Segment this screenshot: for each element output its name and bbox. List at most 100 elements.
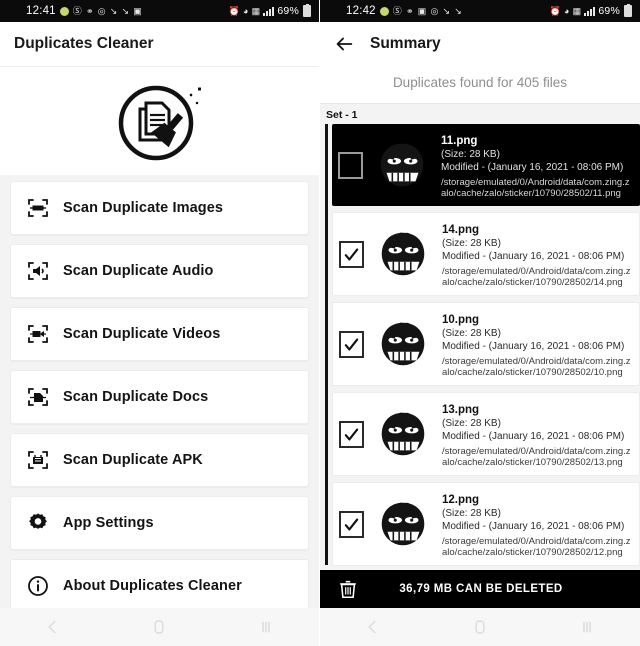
file-path: /storage/emulated/0/Android/data/com.zin…	[441, 176, 630, 200]
page-title: Summary	[370, 35, 441, 52]
file-thumbnail	[372, 403, 434, 465]
status-bar-right: ⏰ ◕ ▦ 69%	[228, 4, 319, 17]
documents-brush-logo-svg	[118, 85, 201, 161]
file-name: 12.png	[442, 493, 480, 506]
dot-icon	[59, 6, 69, 16]
status-bar-left: 12:41 Ⓢ ⚭ ◎ ↘ ↘ ▣	[0, 5, 142, 17]
battery-icon	[303, 4, 311, 17]
file-meta: 12.png (Size: 28 KB) Modified - (January…	[442, 489, 633, 559]
battery-icon	[624, 4, 632, 17]
home-icon[interactable]	[460, 615, 500, 639]
download-icon: ↘	[109, 5, 118, 16]
menu-item-label: App Settings	[63, 515, 154, 531]
battery-percent: 69%	[598, 5, 620, 17]
page-title: Duplicates Cleaner	[0, 22, 319, 67]
file-modified: Modified - (January 16, 2021 - 08:06 PM)	[442, 520, 625, 532]
trash-icon[interactable]	[328, 578, 368, 600]
recents-icon[interactable]	[567, 615, 607, 639]
menu-item-scan-images[interactable]: Scan Duplicate Images	[10, 181, 309, 235]
row-checkbox[interactable]	[339, 240, 364, 268]
delete-action-bar[interactable]: 36,79 MB CAN BE DELETED	[320, 570, 640, 608]
list-item[interactable]: 14.png (Size: 28 KB) Modified - (January…	[332, 212, 640, 296]
menu-item-label: Scan Duplicate APK	[63, 452, 203, 468]
back-arrow-icon[interactable]	[332, 32, 356, 56]
row-checkbox[interactable]	[339, 330, 364, 358]
list-item[interactable]: 11.png (Size: 28 KB) Modified - (January…	[332, 124, 640, 206]
file-name: 13.png	[442, 403, 480, 416]
menu-item-scan-docs[interactable]: Scan Duplicate Docs	[10, 370, 309, 424]
scan-video-icon	[25, 321, 51, 347]
back-icon[interactable]	[353, 615, 393, 639]
back-icon[interactable]	[33, 615, 73, 639]
list-item[interactable]: 13.png (Size: 28 KB) Modified - (January…	[332, 392, 640, 476]
file-thumbnail	[371, 134, 433, 196]
file-meta: 11.png (Size: 28 KB) Modified - (January…	[441, 130, 634, 200]
dual-screenshot: 12:41 Ⓢ ⚭ ◎ ↘ ↘ ▣ ⏰ ◕ ▦ 69% Duplicates C…	[0, 0, 640, 646]
file-thumbnail	[372, 313, 434, 375]
menu-item-about[interactable]: About Duplicates Cleaner	[10, 559, 309, 613]
mute-icon: Ⓢ	[392, 5, 402, 16]
file-thumbnail	[372, 223, 434, 285]
vpn-icon: ▦	[572, 5, 582, 16]
menu-item-scan-videos[interactable]: Scan Duplicate Videos	[10, 307, 309, 361]
recents-icon[interactable]	[246, 615, 286, 639]
row-checkbox[interactable]	[339, 420, 364, 448]
dot-icon	[379, 6, 389, 16]
menu-item-scan-apk[interactable]: Scan Duplicate APK	[10, 433, 309, 487]
mute-icon: Ⓢ	[72, 5, 82, 16]
menu-item-label: Scan Duplicate Images	[63, 200, 224, 216]
info-icon	[25, 573, 51, 599]
menu-item-label: About Duplicates Cleaner	[63, 578, 242, 594]
file-path: /storage/emulated/0/Android/data/com.zin…	[442, 355, 631, 379]
nfc-icon: ◎	[430, 5, 439, 16]
alarm-icon: ⏰	[228, 5, 241, 16]
file-modified: Modified - (January 16, 2021 - 08:06 PM)	[442, 250, 625, 262]
row-checkbox[interactable]	[338, 151, 363, 179]
row-checkbox[interactable]	[339, 510, 364, 538]
top-app-bar: Summary	[320, 22, 640, 66]
app-logo	[0, 67, 319, 175]
file-meta: 14.png (Size: 28 KB) Modified - (January…	[442, 219, 633, 289]
nfc-icon: ◎	[97, 5, 106, 16]
scan-image-icon	[25, 195, 51, 221]
duplicates-list: 11.png (Size: 28 KB) Modified - (January…	[320, 124, 640, 571]
file-modified: Modified - (January 16, 2021 - 08:06 PM)	[442, 340, 625, 352]
list-item[interactable]: 12.png (Size: 28 KB) Modified - (January…	[332, 482, 640, 566]
menu-item-label: Scan Duplicate Videos	[63, 326, 221, 342]
menu-item-scan-audio[interactable]: Scan Duplicate Audio	[10, 244, 309, 298]
set-label: Set - 1	[320, 104, 640, 124]
gear-icon	[25, 510, 51, 536]
location-icon: ⚭	[405, 5, 414, 16]
checkbox-box	[339, 510, 364, 538]
file-size: (Size: 28 KB)	[442, 328, 501, 340]
system-nav-bar	[0, 608, 319, 646]
system-nav-bar	[320, 605, 640, 646]
file-size: (Size: 28 KB)	[442, 508, 501, 520]
signal-icon	[584, 6, 596, 16]
home-icon[interactable]	[139, 615, 179, 639]
file-size: (Size: 28 KB)	[442, 238, 501, 250]
file-path: /storage/emulated/0/Android/data/com.zin…	[442, 535, 631, 559]
battery-percent: 69%	[277, 5, 299, 17]
vpn-icon: ▦	[251, 5, 261, 16]
signal-icon	[263, 6, 275, 16]
file-name: 14.png	[442, 223, 480, 236]
file-modified: Modified - (January 16, 2021 - 08:06 PM)	[442, 430, 625, 442]
image-icon: ▣	[417, 5, 427, 16]
set-rail	[325, 124, 328, 565]
checkbox-box	[339, 240, 364, 268]
image-icon: ▣	[133, 5, 143, 16]
list-item[interactable]: 10.png (Size: 28 KB) Modified - (January…	[332, 302, 640, 386]
download-icon: ↘	[442, 5, 451, 16]
checkbox-box	[339, 420, 364, 448]
file-path: /storage/emulated/0/Android/data/com.zin…	[442, 445, 631, 469]
delete-label: 36,79 MB CAN BE DELETED	[399, 583, 563, 595]
wifi-icon: ◕	[243, 5, 249, 16]
file-size: (Size: 28 KB)	[441, 149, 500, 161]
file-modified: Modified - (January 16, 2021 - 08:06 PM)	[441, 161, 624, 173]
file-name: 10.png	[442, 313, 480, 326]
status-clock: 12:42	[346, 5, 376, 17]
menu-item-app-settings[interactable]: App Settings	[10, 496, 309, 550]
status-bar-right: ⏰ ◕ ▦ 69%	[550, 4, 640, 17]
location-icon: ⚭	[85, 5, 94, 16]
